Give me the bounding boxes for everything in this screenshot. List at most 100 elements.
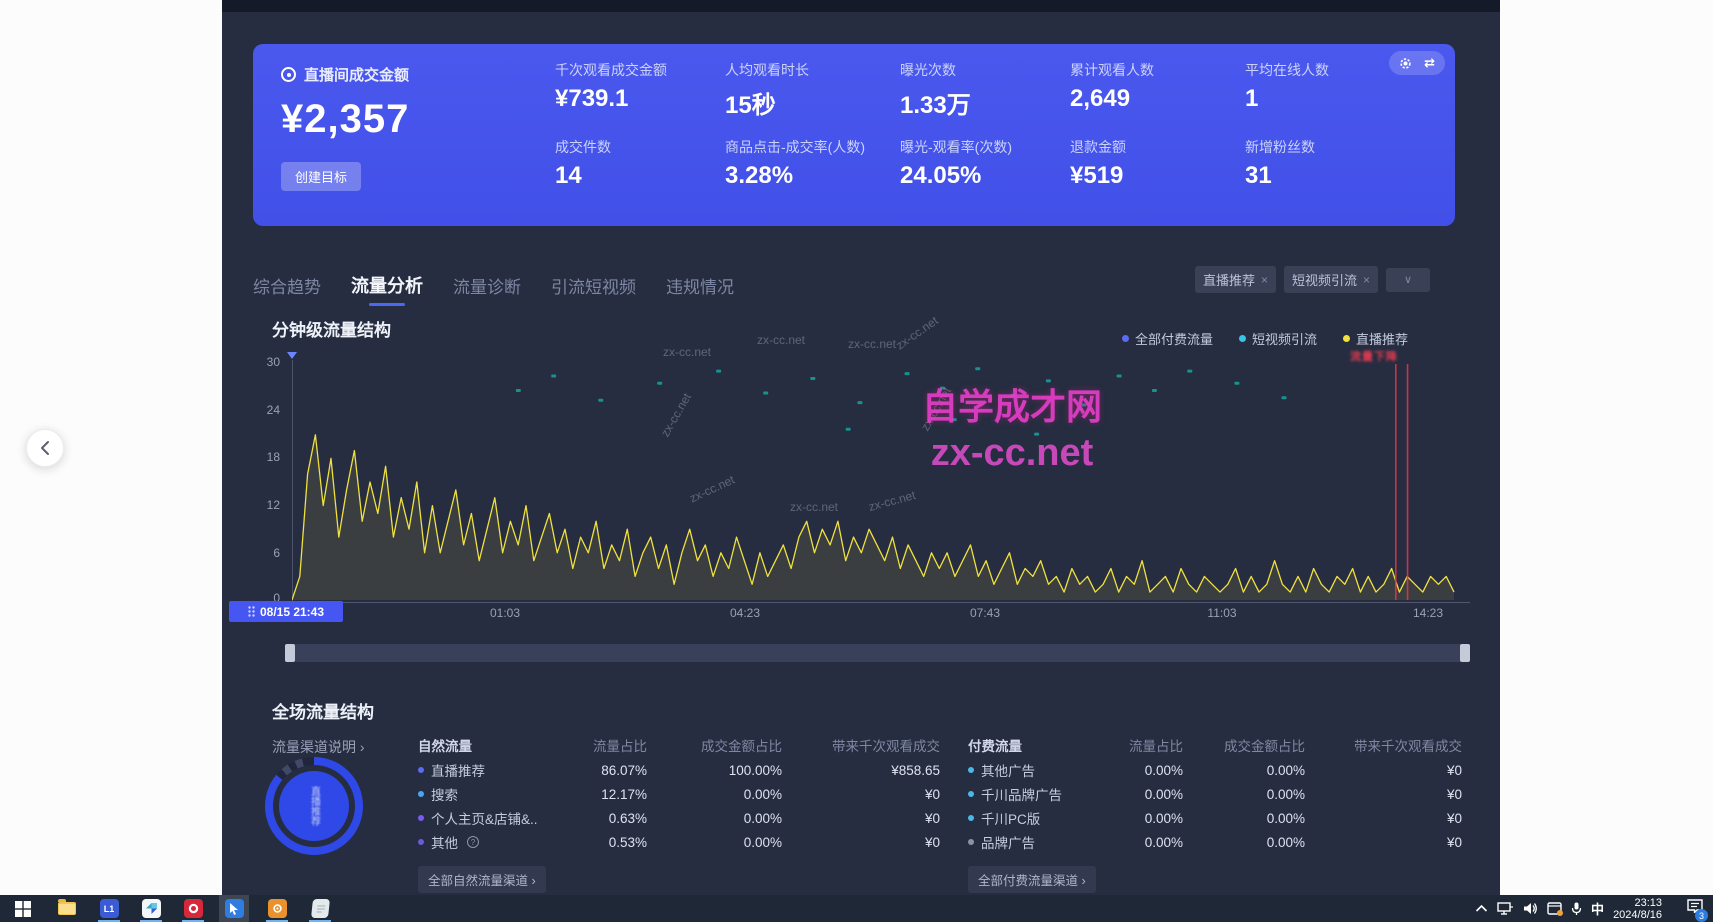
- ime-indicator[interactable]: 中: [1591, 899, 1604, 918]
- y-tick: 24: [252, 403, 280, 417]
- network-icon[interactable]: [1497, 902, 1514, 915]
- legend-dot: [1239, 335, 1246, 342]
- window-top-strip: [222, 0, 1500, 12]
- app-icon-notes[interactable]: [305, 897, 335, 920]
- x-tick: 04:23: [715, 606, 775, 620]
- filter-chip-short-video[interactable]: 短视频引流 ×: [1284, 266, 1378, 293]
- chevron-up-icon[interactable]: [1475, 904, 1488, 913]
- watermark-small: zx-cc.net: [663, 345, 711, 359]
- app-icon-cursor-active[interactable]: [219, 895, 249, 922]
- table-row[interactable]: 千川品牌广告 0.00% 0.00% ¥0: [968, 782, 1462, 806]
- tab-traffic-analysis[interactable]: 流量分析: [351, 272, 423, 306]
- gear-icon[interactable]: [1399, 57, 1412, 70]
- traffic-donut-chart: 直播推荐: [265, 757, 363, 855]
- all-paid-channels-link[interactable]: 全部付费流量渠道 ›: [968, 866, 1096, 893]
- grip-icon: [248, 606, 255, 617]
- chevron-left-icon: [39, 440, 51, 456]
- metric-label: 累计观看人数: [1070, 60, 1245, 80]
- chart-range-slider[interactable]: [285, 644, 1470, 662]
- notification-icon[interactable]: 3: [1687, 899, 1703, 918]
- chevron-down-icon: ∨: [1404, 273, 1412, 286]
- metric-value: ¥519: [1070, 162, 1245, 190]
- slider-handle-right[interactable]: [1460, 644, 1470, 662]
- back-button[interactable]: [26, 429, 64, 467]
- x-tick: 07:43: [955, 606, 1015, 620]
- watermark-small: zx-cc.net: [848, 337, 896, 351]
- minute-traffic-chart[interactable]: [292, 360, 1470, 602]
- overall-section-title: 全场流量结构: [272, 698, 374, 723]
- banner-title: 直播间成交金额: [304, 64, 409, 85]
- metric-value: 2,649: [1070, 85, 1245, 113]
- app-icon-l1[interactable]: L1: [94, 897, 124, 920]
- app-icon-opera[interactable]: [178, 897, 208, 920]
- metric-value: 15秒: [725, 85, 900, 120]
- banner-tools: ⇄: [1389, 51, 1445, 75]
- volume-icon[interactable]: [1523, 902, 1538, 915]
- tab-violations[interactable]: 违规情况: [666, 273, 734, 306]
- legend-dot: [1343, 335, 1350, 342]
- target-icon: [281, 67, 296, 82]
- metric-label: 曝光-观看率(次数): [900, 137, 1070, 157]
- watermark-small: zx-cc.net: [757, 333, 805, 347]
- windows-start-button[interactable]: [8, 897, 38, 920]
- metric-label: 成交件数: [555, 137, 725, 157]
- table-row[interactable]: 品牌广告 0.00% 0.00% ¥0: [968, 830, 1462, 854]
- y-tick: 18: [252, 450, 280, 464]
- x-start-label[interactable]: 08/15 21:43: [229, 601, 343, 622]
- x-tick: 01:03: [475, 606, 535, 620]
- watermark-small: zx-cc.net: [893, 313, 940, 352]
- donut-label: 直播推荐: [307, 786, 322, 826]
- create-goal-button[interactable]: 创建目标: [281, 162, 361, 191]
- y-tick: 30: [252, 355, 280, 369]
- metric-value: 31: [1245, 162, 1395, 190]
- legend-paid[interactable]: 全部付费流量: [1122, 329, 1213, 348]
- remove-chip-icon[interactable]: ×: [1363, 273, 1370, 287]
- table-row[interactable]: 其他广告 0.00% 0.00% ¥0: [968, 758, 1462, 782]
- app-icon-orange[interactable]: [262, 897, 292, 920]
- axis-top-marker: [287, 352, 297, 359]
- slider-handle-left[interactable]: [285, 644, 295, 662]
- metric-label: 人均观看时长: [725, 60, 900, 80]
- metric-label: 平均在线人数: [1245, 60, 1395, 80]
- remove-chip-icon[interactable]: ×: [1261, 273, 1268, 287]
- tab-bar: 综合趋势 流量分析 流量诊断 引流短视频 违规情况: [253, 272, 734, 306]
- all-natural-channels-link[interactable]: 全部自然流量渠道 ›: [418, 866, 546, 893]
- screen: 直播间成交金额 ¥2,357 创建目标 千次观看成交金额¥739.1 人均观看时…: [0, 0, 1713, 922]
- system-clock[interactable]: 23:13 2024/8/16: [1613, 897, 1662, 921]
- metric-value: 14: [555, 162, 725, 190]
- channel-note-link[interactable]: 流量渠道说明 ›: [272, 737, 365, 757]
- table-row[interactable]: 搜索 12.17% 0.00% ¥0: [418, 782, 940, 806]
- slider-selection[interactable]: [295, 644, 1460, 662]
- file-explorer-icon[interactable]: [52, 897, 82, 920]
- table-row[interactable]: 直播推荐 86.07% 100.00% ¥858.65: [418, 758, 940, 782]
- legend-short-video[interactable]: 短视频引流: [1239, 329, 1317, 348]
- system-tray: 中 23:13 2024/8/16 3: [1475, 895, 1703, 922]
- app-icon-pinwheel[interactable]: [136, 897, 166, 920]
- windows-logo-icon: [15, 901, 31, 917]
- metric-value: 1: [1245, 85, 1395, 113]
- metric-value: 1.33万: [900, 85, 1070, 120]
- tab-overall-trend[interactable]: 综合趋势: [253, 273, 321, 306]
- tray-app-icon[interactable]: [1547, 902, 1562, 915]
- app-window: 直播间成交金额 ¥2,357 创建目标 千次观看成交金额¥739.1 人均观看时…: [222, 0, 1500, 895]
- x-tick: 11:03: [1192, 606, 1252, 620]
- legend-live-recommend[interactable]: 直播推荐: [1343, 329, 1408, 348]
- y-tick: 6: [252, 546, 280, 560]
- filter-chip-live-recommend[interactable]: 直播推荐 ×: [1195, 266, 1276, 293]
- swap-icon[interactable]: ⇄: [1424, 55, 1435, 71]
- metric-value: 3.28%: [725, 162, 900, 190]
- tab-short-video[interactable]: 引流短视频: [551, 273, 636, 306]
- table-row[interactable]: 个人主页&店铺&.. 0.63% 0.00% ¥0: [418, 806, 940, 830]
- metric-label: 千次观看成交金额: [555, 60, 725, 80]
- info-icon[interactable]: ?: [467, 836, 479, 848]
- x-axis-line: [285, 602, 1470, 603]
- table-row[interactable]: 千川PC版 0.00% 0.00% ¥0: [968, 806, 1462, 830]
- metrics-banner: 直播间成交金额 ¥2,357 创建目标 千次观看成交金额¥739.1 人均观看时…: [253, 44, 1455, 226]
- filter-dropdown[interactable]: ∨: [1386, 268, 1430, 292]
- table-row[interactable]: 其他? 0.53% 0.00% ¥0: [418, 830, 940, 854]
- metric-label: 商品点击-成交率(人数): [725, 137, 900, 157]
- microphone-icon[interactable]: [1571, 902, 1582, 916]
- y-tick: 12: [252, 498, 280, 512]
- tab-traffic-diagnosis[interactable]: 流量诊断: [453, 273, 521, 306]
- x-tick: 14:23: [1398, 606, 1458, 620]
